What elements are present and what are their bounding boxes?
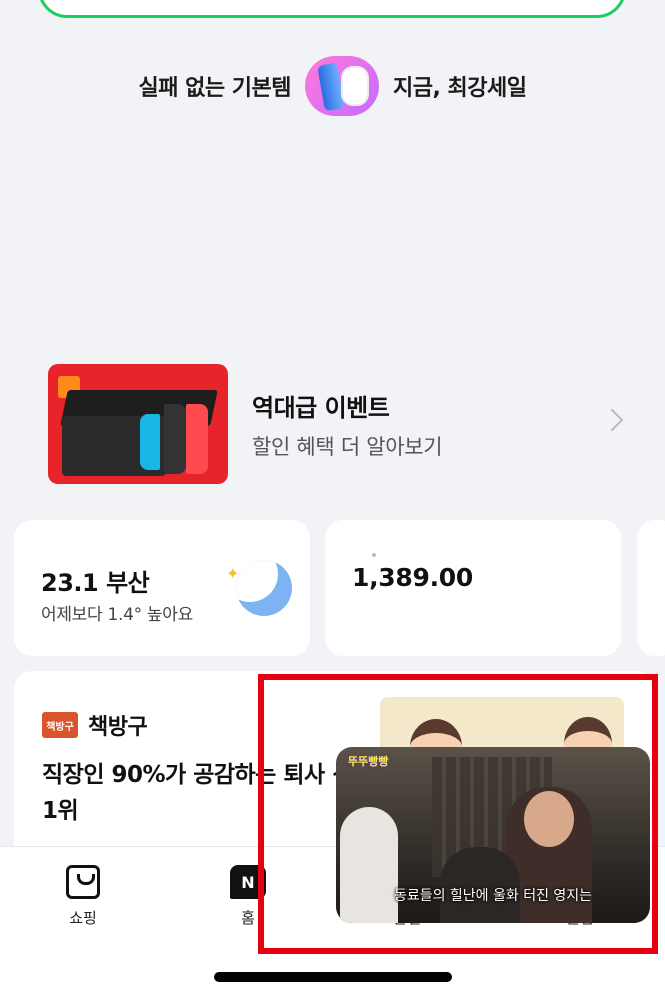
search-bar[interactable]	[38, 0, 626, 18]
event-title: 역대급 이벤트	[252, 393, 390, 422]
pip-video-player[interactable]: 뚜뚜빵빵 동료들의 힐난에 울화 터진 영지는	[336, 747, 650, 923]
chevron-right-icon	[600, 408, 624, 432]
promo-banner[interactable]: 실패 없는 기본템 지금, 최강세일	[0, 56, 665, 116]
shopping-bag-icon	[66, 865, 100, 899]
event-subtitle: 할인 혜택 더 알아보기	[252, 434, 443, 459]
book-brand-logo: 책방구	[42, 712, 78, 738]
book-title: 직장인 90%가 공감하는 퇴사 신호 1위	[42, 762, 374, 824]
stock-value: 1,389.00	[352, 563, 473, 592]
weather-widget[interactable]: 23.1 부산 어제보다 1.4° 높아요	[14, 520, 310, 656]
promo-right-text: 지금, 최강세일	[393, 76, 527, 101]
tab-label: 홈	[241, 909, 255, 927]
next-widget-edge[interactable]	[637, 520, 665, 656]
weather-compare: 어제보다 1.4° 높아요	[41, 605, 193, 625]
weather-temperature: 23.1 부산	[41, 569, 150, 597]
event-card[interactable]: 역대급 이벤트 할인 혜택 더 알아보기	[48, 362, 628, 486]
crescent-moon-icon	[236, 560, 292, 616]
tab-home[interactable]: N 홈	[208, 865, 288, 928]
naver-n-icon: N	[230, 865, 266, 899]
video-caption: 동료들의 힐난에 울화 터진 영지는	[393, 888, 593, 904]
show-logo: 뚜뚜빵빵	[348, 755, 389, 768]
star-icon: ✦	[226, 564, 240, 583]
promo-product-image	[305, 56, 380, 116]
indicator-dot	[372, 553, 376, 557]
home-indicator[interactable]	[214, 972, 452, 982]
book-brand-name: 책방구	[88, 715, 148, 740]
tab-shopping[interactable]: 쇼핑	[43, 865, 123, 928]
event-thumbnail	[48, 364, 228, 484]
promo-left-text: 실패 없는 기본템	[138, 76, 292, 101]
tab-label: 쇼핑	[69, 909, 97, 927]
stock-widget[interactable]: 1,389.00	[325, 520, 621, 656]
